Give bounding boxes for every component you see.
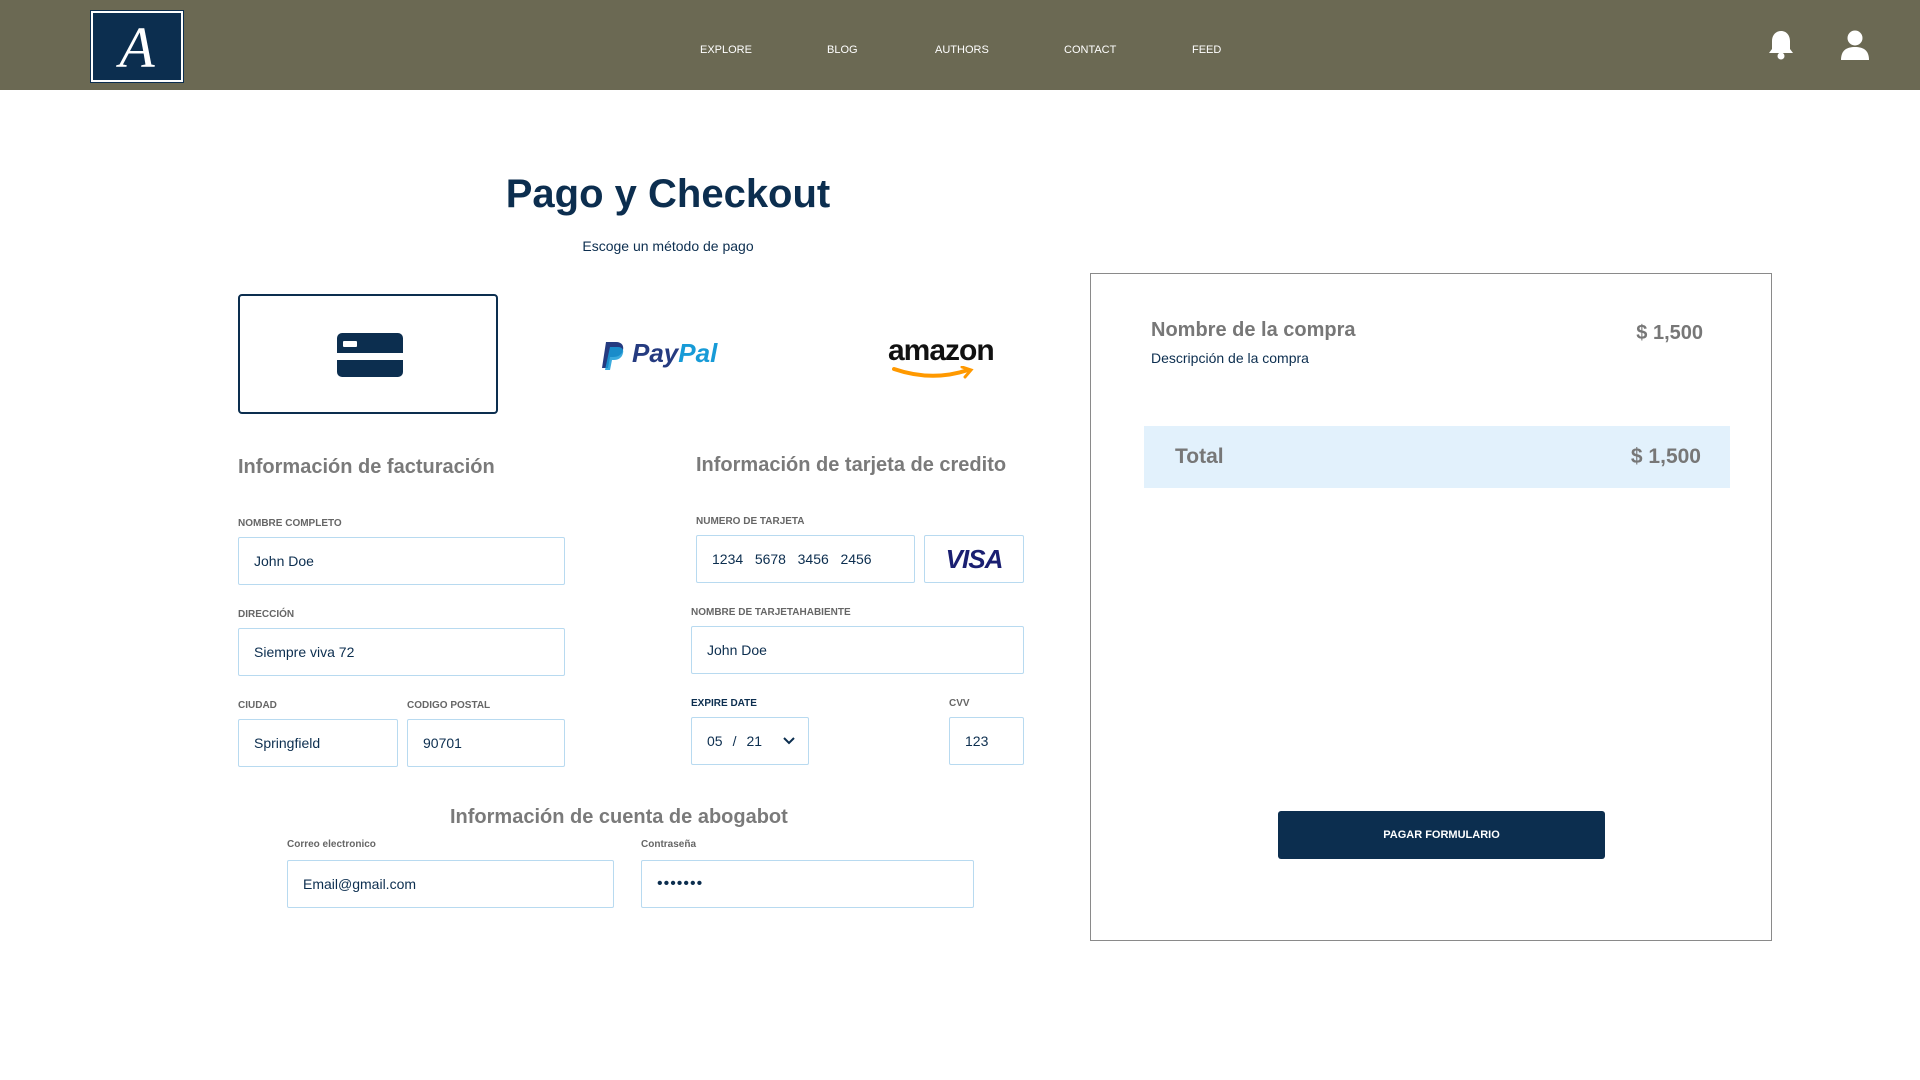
visa-logo: VISA [945, 544, 1004, 574]
total-value: $ 1,500 [1630, 445, 1701, 468]
card-number-label: NUMERO DE TARJETA [696, 516, 805, 527]
cvv-field[interactable]: 123 [949, 717, 1024, 765]
card-brand-badge: VISA [924, 535, 1024, 583]
expire-year: 21 [746, 733, 763, 749]
amazon-smile-icon [892, 366, 974, 379]
payment-method-paypal[interactable]: PayPal [530, 294, 790, 414]
user-icon[interactable] [1838, 28, 1872, 62]
password-label: Contraseña [641, 839, 697, 850]
purchase-name: Nombre de la compra [1151, 319, 1356, 341]
order-summary-panel: Nombre de la compra Descripción de la co… [1090, 273, 1772, 941]
city-label: CIUDAD [238, 700, 277, 711]
payment-method-card[interactable] [238, 294, 498, 414]
zip-field[interactable]: 90701 [407, 719, 565, 767]
expire-month: 05 [707, 733, 723, 749]
page-title: Pago y Checkout [505, 172, 831, 216]
billing-section-title: Información de facturación [238, 456, 495, 478]
password-field[interactable]: ••••••• [641, 860, 974, 908]
pay-form-button[interactable]: PAGAR FORMULARIO [1278, 811, 1605, 859]
expire-date-label: EXPIRE DATE [691, 698, 757, 709]
nav-authors[interactable]: AUTHORS [935, 44, 989, 56]
paypal-wordmark: PayPal [632, 338, 718, 368]
page-subtitle: Escoge un método de pago [582, 238, 754, 254]
nav-feed[interactable]: FEED [1192, 44, 1221, 56]
nav-explore[interactable]: EXPLORE [700, 44, 752, 56]
site-logo[interactable]: A [90, 10, 184, 83]
total-row: Total $ 1,500 [1144, 426, 1730, 488]
amazon-wordmark: amazon [888, 334, 995, 367]
top-navbar: A EXPLORE BLOG AUTHORS CONTACT FEED [0, 0, 1920, 90]
expire-separator: / [732, 733, 737, 749]
purchase-price: $ 1,500 [1636, 322, 1703, 344]
cvv-label: CVV [949, 698, 970, 709]
full-name-field[interactable]: John Doe [238, 537, 565, 585]
address-field[interactable]: Siempre viva 72 [238, 628, 565, 676]
expire-date-select[interactable]: 05 / 21 [691, 717, 809, 765]
logo-letter: A [119, 15, 155, 80]
total-label: Total [1175, 445, 1224, 468]
email-field[interactable]: Email@gmail.com [287, 860, 614, 908]
purchase-description: Descripción de la compra [1151, 350, 1309, 366]
city-field[interactable]: Springfield [238, 719, 398, 767]
card-number-field[interactable]: 1234 5678 3456 2456 [696, 535, 915, 583]
address-label: DIRECCIÓN [238, 609, 295, 620]
account-section-title: Información de cuenta de abogabot [450, 806, 788, 828]
cardholder-label: NOMBRE DE TARJETAHABIENTE [691, 607, 851, 618]
zip-label: CODIGO POSTAL [407, 700, 491, 711]
paypal-icon [602, 342, 624, 370]
credit-card-icon [337, 333, 403, 377]
bell-icon[interactable] [1764, 28, 1798, 62]
card-section-title: Información de tarjeta de credito [696, 454, 1007, 476]
nav-blog[interactable]: BLOG [827, 44, 858, 56]
cardholder-field[interactable]: John Doe [691, 626, 1024, 674]
nav-contact[interactable]: CONTACT [1064, 44, 1116, 56]
email-label: Correo electronico [287, 839, 376, 850]
full-name-label: NOMBRE COMPLETO [238, 518, 342, 529]
payment-method-amazon[interactable]: amazon [810, 294, 1070, 414]
chevron-down-icon [783, 737, 795, 745]
